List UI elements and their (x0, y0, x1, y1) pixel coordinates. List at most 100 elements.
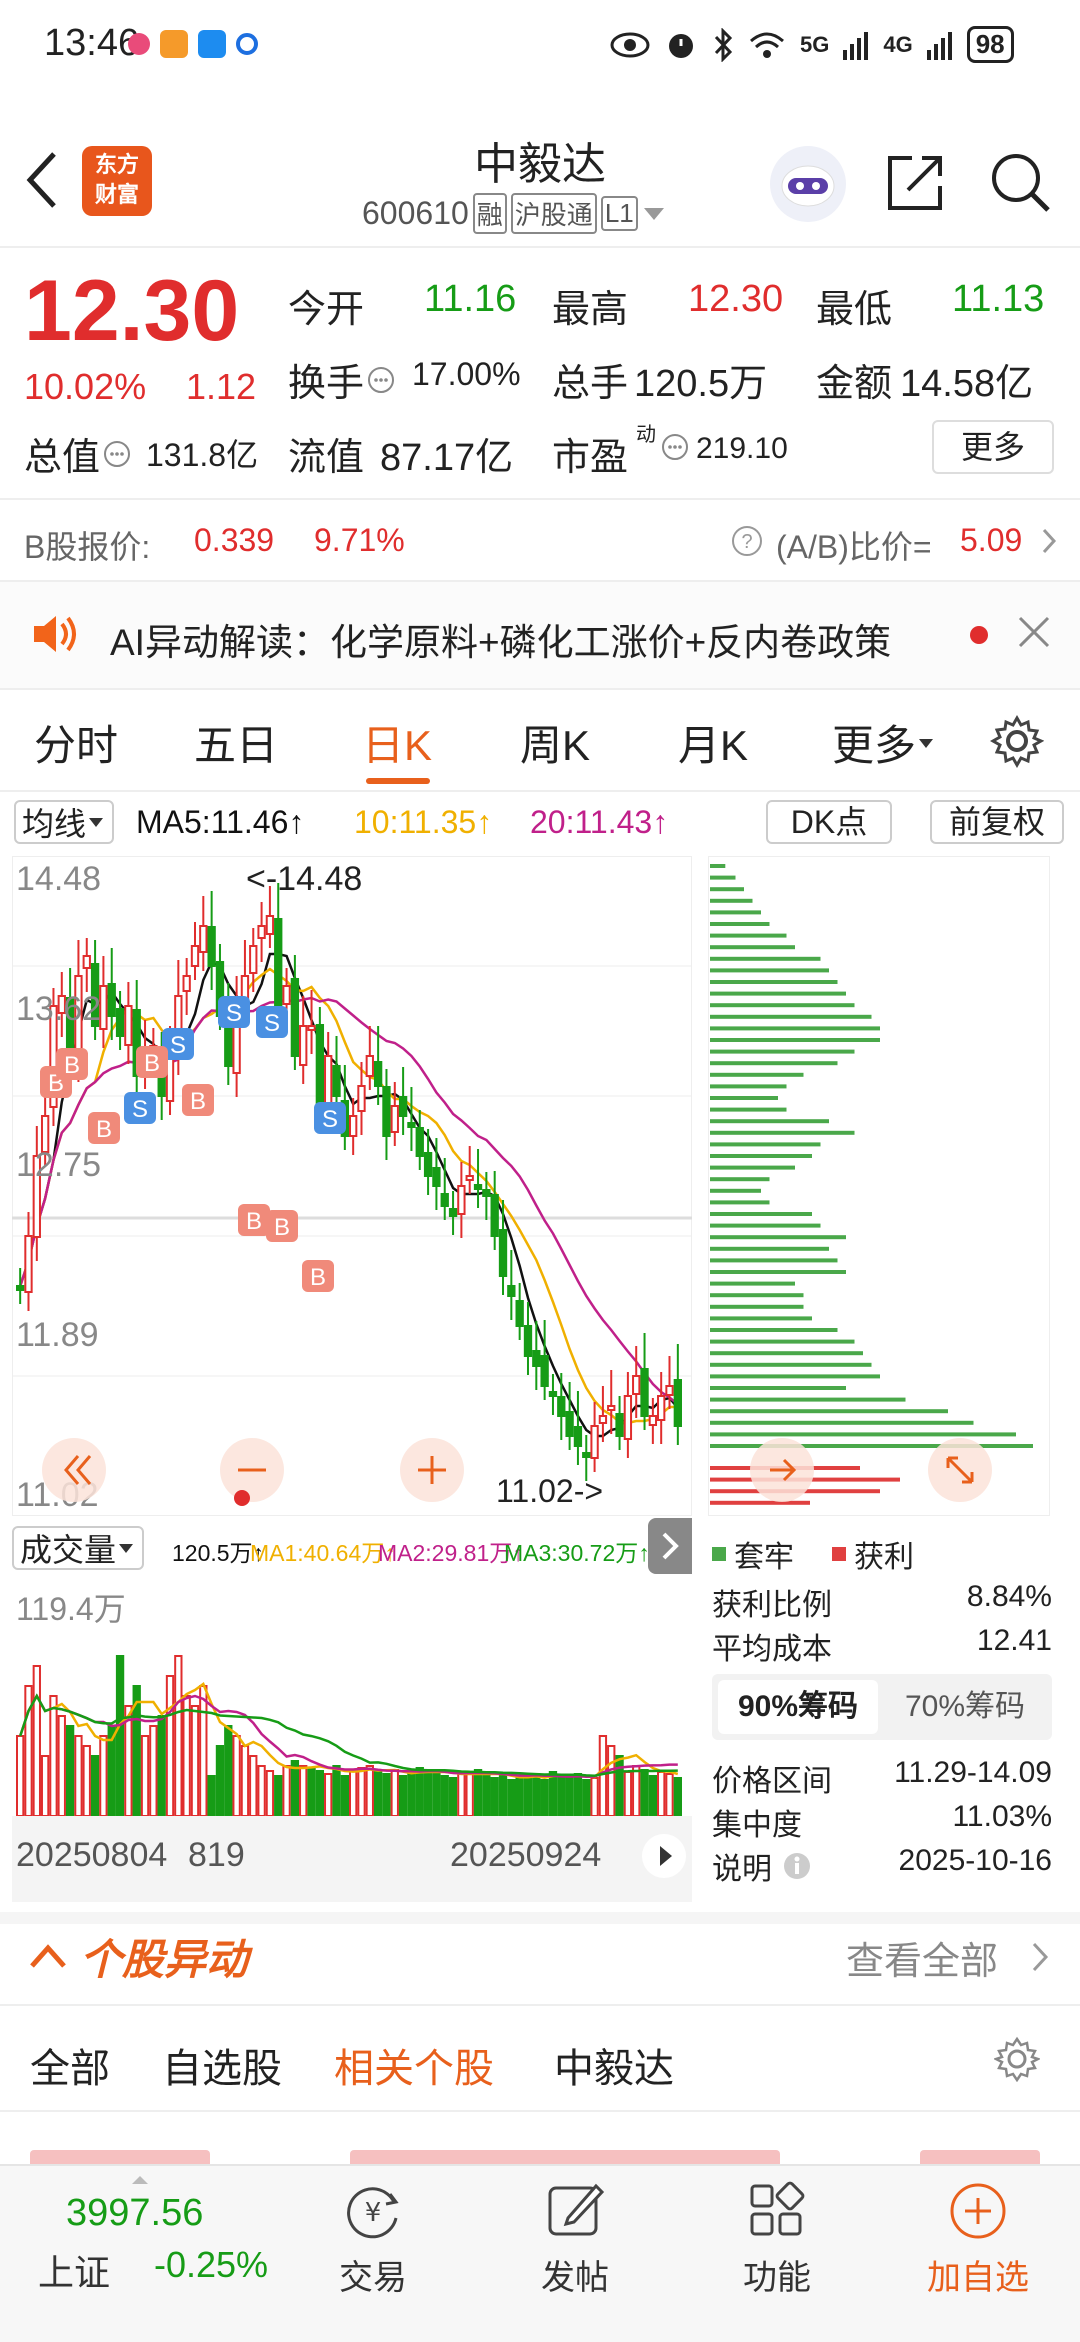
chevron-right-icon[interactable] (1040, 526, 1058, 556)
ai-assistant-avatar[interactable] (770, 146, 846, 222)
chevron-right-icon[interactable] (1030, 1940, 1050, 1974)
kline-chart[interactable]: BBSSBBBSSBBSB 14.48 13.62 12.75 11.89 11… (12, 856, 692, 1516)
expand-indicator-button[interactable] (648, 1518, 692, 1574)
marker-letter: B (190, 1088, 206, 1115)
ma20-value: 20:11.43↑ (530, 804, 669, 840)
chip-bar (710, 1212, 812, 1216)
volume-bar (99, 1735, 108, 1816)
dk-point-button[interactable]: DK点 (766, 800, 892, 844)
chip-bar (710, 922, 770, 926)
volume-bar (548, 1771, 558, 1816)
info-dots-icon[interactable] (366, 365, 396, 395)
chip-distribution-chart[interactable] (708, 856, 1050, 1516)
volume-bar (473, 1769, 483, 1816)
price-adjust-button[interactable]: 前复权 (930, 800, 1064, 844)
candle-body (590, 1425, 599, 1459)
volume-bar (573, 1773, 583, 1816)
nav-add-watchlist[interactable]: 加自选 (918, 2178, 1038, 2299)
sell-marker: S (256, 1006, 288, 1038)
chip-bar (710, 1316, 812, 1321)
chevron-down-icon (643, 207, 664, 220)
buy-marker: B (302, 1260, 334, 1292)
legend-profit: 获利 (854, 1541, 914, 1574)
candle-body (465, 1175, 474, 1181)
candle-body (615, 1413, 624, 1437)
volume-bar (274, 1775, 283, 1816)
share-button[interactable] (884, 150, 948, 214)
tab-more[interactable]: 更多 (832, 712, 936, 773)
index-change[interactable]: -0.25% (154, 2244, 268, 2286)
tab-timeshare[interactable]: 分时 (34, 712, 118, 773)
nav-functions[interactable]: 功能 (722, 2178, 832, 2299)
search-button[interactable] (988, 150, 1052, 214)
chip-next-button[interactable] (750, 1438, 814, 1502)
subtab-related[interactable]: 相关个股 (334, 2036, 494, 2094)
zoom-in-button[interactable] (400, 1438, 464, 1502)
scroll-right-button[interactable] (642, 1834, 686, 1878)
nav-trade[interactable]: ¥ 交易 (318, 2178, 428, 2299)
subtab-watchlist[interactable]: 自选股 (162, 2036, 282, 2094)
chip-bar (710, 1409, 948, 1414)
candle-body (265, 915, 275, 935)
ab-ratio-value: 5.09 (960, 522, 1023, 558)
tab-weekly-k[interactable]: 周K (520, 712, 590, 773)
nav-post[interactable]: 发帖 (520, 2178, 630, 2299)
index-name[interactable]: 上证 (38, 2244, 110, 2296)
candle-body (24, 1235, 33, 1293)
info-dots-icon[interactable] (660, 432, 690, 462)
volume-bar (324, 1773, 333, 1816)
chart-tabs: 分时 五日 日K 周K 月K 更多 (0, 700, 1080, 786)
zoom-out-button[interactable] (220, 1438, 284, 1502)
chart-scroll-left-button[interactable] (42, 1438, 106, 1502)
settings-gear-icon[interactable] (990, 714, 1044, 768)
tab-five-day[interactable]: 五日 (194, 712, 278, 773)
subtab-all[interactable]: 全部 (30, 2036, 110, 2094)
tab-monthly-k[interactable]: 月K (678, 712, 748, 773)
subtab-stock[interactable]: 中毅达 (554, 2036, 674, 2094)
close-icon[interactable] (1016, 614, 1052, 650)
candle-body (432, 1167, 441, 1187)
info-dots-icon[interactable] (102, 439, 132, 469)
tab-daily-k[interactable]: 日K (362, 712, 432, 773)
volume-bar (340, 1775, 349, 1816)
tag-margin: 融 (472, 193, 507, 234)
help-icon[interactable]: ? (730, 524, 764, 558)
indicator-select[interactable]: 成交量 (12, 1526, 145, 1570)
chip-bar (710, 1270, 846, 1274)
chip-bar (710, 1223, 821, 1228)
stock-code: 600610 (362, 195, 469, 231)
info-icon[interactable] (782, 1851, 812, 1881)
buy-marker: B (56, 1048, 88, 1080)
date-label: 20250924 (450, 1836, 602, 1874)
view-all-link[interactable]: 查看全部 (846, 1930, 998, 1985)
marker-letter: B (310, 1264, 326, 1291)
stock-code-line[interactable]: 600610 融 沪股通 L1 (362, 193, 666, 234)
volume-bar (16, 1735, 25, 1816)
chip-bar (710, 1258, 838, 1263)
low-value: 11.13 (952, 278, 1045, 320)
chip-expand-button[interactable] (928, 1438, 992, 1502)
more-quote-button[interactable]: 更多 (932, 420, 1054, 474)
sell-marker: S (314, 1102, 346, 1134)
kline-y-label: 13.62 (16, 990, 101, 1028)
chip-bar (710, 1397, 906, 1402)
settings-gear-icon[interactable] (994, 2036, 1040, 2082)
trade-yen-icon: ¥ (347, 2187, 399, 2239)
ai-banner-text[interactable]: AI异动解读：化学原料+磷化工涨价+反内卷政策 (110, 612, 891, 666)
active-tab-indicator (366, 778, 430, 784)
chip-label: 价格区间 (712, 1765, 832, 1798)
tab-chip-70[interactable]: 70%筹码 (884, 1680, 1046, 1734)
chevron-up-icon[interactable] (28, 1938, 68, 1974)
chip-bar-profit (710, 1500, 810, 1505)
tab-chip-90[interactable]: 90%筹码 (718, 1680, 878, 1734)
chip-label-note: 说明 (712, 1844, 812, 1888)
open-label: 今开 (288, 289, 365, 331)
amount-label: 金额 (816, 363, 893, 405)
signal-icon (926, 31, 952, 60)
ma-select[interactable]: 均线 (14, 800, 115, 844)
nav-trade-label: 交易 (339, 2259, 407, 2297)
chip-bar (710, 1177, 770, 1182)
volume-chart[interactable]: 119.4万 (12, 1580, 692, 1816)
candle-body (673, 1379, 682, 1427)
index-value[interactable]: 3997.56 (66, 2192, 203, 2235)
